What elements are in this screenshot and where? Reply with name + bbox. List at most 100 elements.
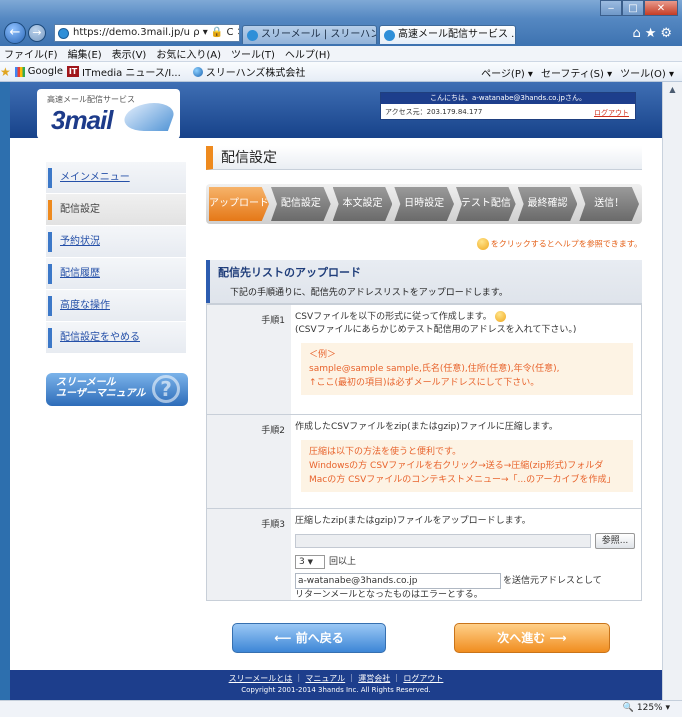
sidebar-item-advanced[interactable]: 高度な操作 — [46, 290, 186, 322]
window-controls: ‒ □ ✕ — [600, 0, 678, 16]
footer-links: スリーメールとは ｜ マニュアル ｜ 運営会社 ｜ ログアウト — [228, 674, 444, 683]
sender-email-input[interactable]: a-watanabe@3hands.co.jp — [295, 573, 501, 589]
step2-row: 手順2 作成したCSVファイルをzip(またはgzip)ファイルに圧縮します。 … — [207, 414, 641, 508]
back-arrow-icon: ⟵ — [274, 631, 296, 645]
example-box: ＜例＞ sample@sample sample,氏名(任意),住所(任意),年… — [301, 343, 633, 395]
section-header: 配信先リストのアップロード 下記の手順通りに、配信先のアドレスリストをアップロー… — [206, 260, 642, 303]
back-button-label: 前へ戻る — [295, 631, 344, 645]
footer-link-company[interactable]: 運営会社 — [358, 674, 390, 683]
back-button[interactable]: ⟵ 前へ戻る — [232, 623, 386, 653]
example-line: sample@sample sample,氏名(任意),住所(任意),年令(任意… — [309, 364, 560, 374]
step3-label: 手順3 — [207, 509, 291, 600]
logo-text: 3mail — [51, 105, 113, 135]
retry-count-value: 3 — [299, 557, 305, 567]
menu-help[interactable]: ヘルプ(H) — [285, 46, 330, 61]
zip-tip-windows: Windowsの方 CSVファイルを右クリック→送る→圧縮(zip形式)フォルダ — [309, 461, 604, 471]
example-note: ↑ここ(最初の項目)は必ずメールアドレスにして下さい。 — [309, 378, 540, 388]
step-test-send: テスト配信 — [456, 187, 516, 221]
navigation-buttons: ⟵ 前へ戻る 次へ進む ⟶ — [206, 623, 642, 655]
footer-link-logout[interactable]: ログアウト — [403, 674, 443, 683]
help-icon[interactable] — [476, 238, 489, 250]
tools-menu[interactable]: ツール(O) ▾ — [620, 65, 674, 80]
forward-arrow-icon[interactable]: → — [28, 24, 46, 42]
logout-link[interactable]: ログアウト — [594, 108, 629, 118]
sender-row: a-watanabe@3hands.co.jp を送信元アドレスとして — [295, 573, 637, 589]
maximize-button[interactable]: □ — [622, 0, 644, 16]
sidebar-item-reservation-status[interactable]: 予約状況 — [46, 226, 186, 258]
step2-label: 手順2 — [207, 415, 291, 508]
menu-favorites[interactable]: お気に入り(A) — [156, 46, 221, 61]
help-note-text: をクリックするとヘルプを参照できます。 — [490, 239, 642, 249]
step1-note: (CSVファイルにあらかじめテスト配信用のアドレスを入れて下さい。) — [295, 325, 577, 335]
sidebar-item-cancel-settings[interactable]: 配信設定をやめる — [46, 322, 186, 354]
site-footer: スリーメールとは ｜ マニュアル ｜ 運営会社 ｜ ログアウト Copyrigh… — [10, 670, 662, 700]
step3-body: 圧縮したzip(またはgzip)ファイルをアップロードします。 参照... 3 … — [291, 509, 641, 600]
zip-tips-box: 圧縮は以下の方法を使うと便利です。 Windowsの方 CSVファイルを右クリッ… — [301, 440, 633, 492]
ie-icon — [58, 28, 69, 39]
back-arrow-icon[interactable]: ← — [4, 22, 26, 44]
favorites-star-icon[interactable]: ★ — [0, 65, 11, 79]
sidebar: メインメニュー 配信設定 予約状況 配信履歴 高度な操作 配信設定をやめる — [46, 162, 186, 354]
sidebar-item-delivery-history[interactable]: 配信履歴 — [46, 258, 186, 290]
fav-3hands[interactable]: スリーハンズ株式会社 — [192, 64, 305, 79]
help-icon[interactable] — [494, 311, 506, 322]
step-send: 送信！ — [579, 187, 640, 221]
error-rule-text: リターンメールとなったものはエラーとする。 — [295, 590, 483, 600]
sidebar-item-delivery-settings: 配信設定 — [46, 194, 186, 226]
progress-steps: アップロード 配信設定 本文設定 日時設定 テスト配信 最終確認 送信！ — [206, 184, 642, 224]
logo-wave-icon — [119, 103, 179, 131]
next-button-label: 次へ進む — [497, 631, 546, 645]
chevron-down-icon: ▼ — [307, 558, 313, 566]
user-manual-button[interactable]: スリーメール ユーザーマニュアル ? — [46, 373, 188, 406]
step-upload: アップロード — [209, 187, 269, 221]
footer-link-manual[interactable]: マニュアル — [305, 674, 345, 683]
itmedia-icon: IT — [67, 66, 80, 77]
zip-tip-mac: Macの方 CSVファイルのコンテキストメニュー→「...のアーカイブを作成」 — [309, 475, 616, 485]
menu-edit[interactable]: 編集(E) — [68, 46, 102, 61]
steps-table: 手順1 CSVファイルを以下の形式に従って作成します。 (CSVファイルにあらか… — [206, 303, 642, 601]
user-info-box: こんにちは、a-watanabe@3hands.co.jpさん。 アクセス元：2… — [380, 92, 636, 120]
scroll-up-icon[interactable]: ▲ — [663, 82, 682, 98]
browse-button[interactable]: 参照... — [595, 533, 635, 549]
tab-3mail[interactable]: スリーメール | スリーハンズ... — [242, 25, 377, 44]
zoom-level[interactable]: 🔍 125% ▾ — [623, 703, 670, 713]
section-description: 下記の手順通りに、配信先のアドレスリストをアップロードします。 — [230, 288, 508, 298]
status-bar: 🔍 125% ▾ — [0, 700, 682, 717]
step2-text: 作成したCSVファイルをzip(またはgzip)ファイルに圧縮します。 — [295, 422, 558, 432]
next-button[interactable]: 次へ進む ⟶ — [454, 623, 610, 653]
vertical-scrollbar[interactable]: ▲ — [662, 82, 682, 700]
fav-label: ITmedia ニュース/I... — [82, 68, 181, 79]
next-arrow-icon: ⟶ — [545, 631, 567, 645]
fav-label: Google — [27, 66, 64, 77]
step3-text: 圧縮したzip(またはgzip)ファイルをアップロードします。 — [295, 516, 531, 526]
main-content: 配信設定 アップロード 配信設定 本文設定 日時設定 テスト配信 最終確認 送信… — [206, 146, 642, 601]
home-star-gear-icons[interactable]: ⌂★⚙ — [632, 26, 676, 41]
step2-body: 作成したCSVファイルをzip(またはgzip)ファイルに圧縮します。 圧縮は以… — [291, 415, 641, 508]
step1-label: 手順1 — [207, 305, 291, 414]
address-icons[interactable]: ρ ▾ 🔒 C ✕ — [193, 27, 239, 38]
menu-tools[interactable]: ツール(T) — [231, 46, 275, 61]
logo[interactable]: 高速メール配信サービス 3mail — [37, 89, 180, 139]
question-icon: ? — [152, 375, 180, 403]
page-menu[interactable]: ページ(P) ▾ — [481, 65, 533, 80]
browser-title-bar: ‒ □ ✕ ← → https://demo.3mail.jp/u ρ ▾ 🔒 … — [0, 0, 682, 46]
fav-itmedia[interactable]: IT ITmedia ニュース/I... — [67, 64, 181, 79]
sidebar-item-main-menu[interactable]: メインメニュー — [46, 162, 186, 194]
zoom-value: 125% — [636, 703, 663, 713]
close-window-button[interactable]: ✕ — [644, 0, 678, 16]
retry-count-select[interactable]: 3 ▼ — [295, 555, 325, 569]
minimize-button[interactable]: ‒ — [600, 0, 622, 16]
tab-active[interactable]: 高速メール配信サービス ... × — [379, 25, 516, 44]
file-input[interactable] — [295, 534, 591, 548]
menu-view[interactable]: 表示(V) — [112, 46, 147, 61]
footer-link-about[interactable]: スリーメールとは — [229, 674, 293, 683]
menu-bar: ファイル(F) 編集(E) 表示(V) お気に入り(A) ツール(T) ヘルプ(… — [0, 46, 682, 62]
address-bar[interactable]: https://demo.3mail.jp/u ρ ▾ 🔒 C ✕ — [54, 24, 240, 42]
menu-file[interactable]: ファイル(F) — [4, 46, 58, 61]
fav-google[interactable]: Google — [14, 66, 64, 77]
zip-tip-title: 圧縮は以下の方法を使うと便利です。 — [309, 447, 462, 457]
web-page: 高速メール配信サービス 3mail こんにちは、a-watanabe@3hand… — [10, 82, 662, 700]
safety-menu[interactable]: セーフティ(S) ▾ — [541, 65, 612, 80]
globe-icon — [192, 66, 203, 77]
greeting: こんにちは、a-watanabe@3hands.co.jpさん。 — [381, 93, 635, 104]
